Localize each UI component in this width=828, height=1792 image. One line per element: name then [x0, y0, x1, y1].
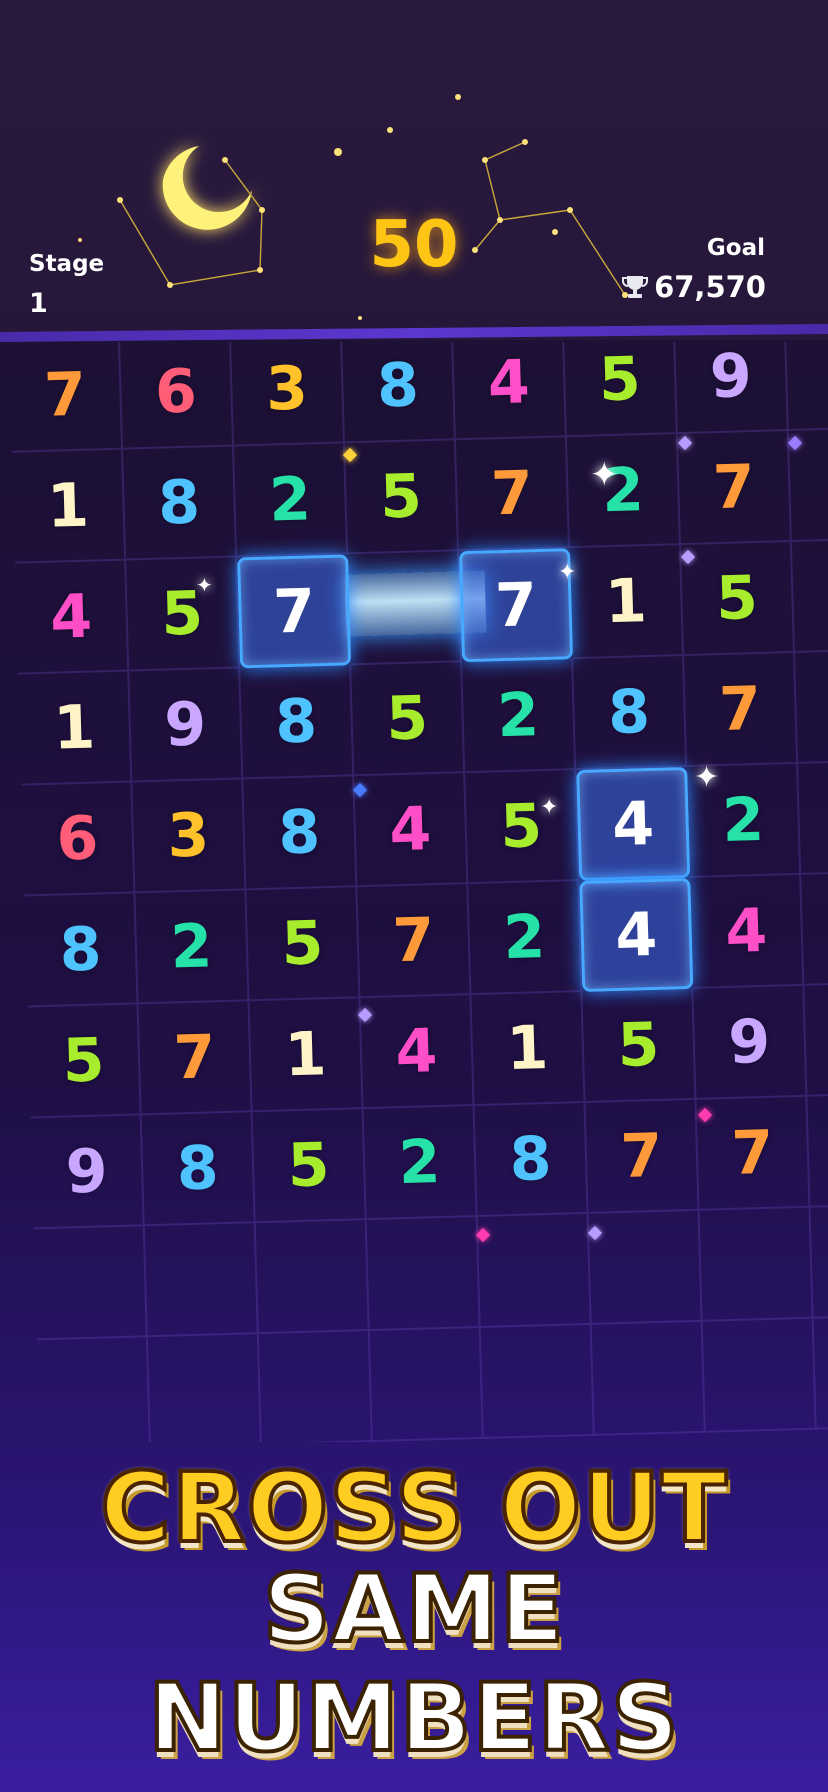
top-hud: Stage 1 50 Goal 67,570 — [0, 0, 828, 340]
empty-cell — [804, 982, 828, 1097]
number-cell[interactable]: 4 — [360, 995, 475, 1110]
number-cell[interactable]: 2 — [468, 881, 583, 996]
selected-number-cell[interactable]: 7 — [459, 548, 574, 663]
empty-cell — [813, 1315, 828, 1430]
number-cell[interactable]: 7 — [455, 437, 570, 552]
empty-cell — [794, 649, 828, 764]
number-cell[interactable]: 5 — [252, 1109, 367, 1224]
number-cell[interactable]: 6 — [21, 782, 136, 897]
number-cell[interactable]: 8 — [141, 1112, 256, 1227]
number-cell[interactable]: 2 — [234, 443, 349, 558]
number-cell[interactable]: 4 — [15, 560, 130, 675]
number-board: 7638459182572745771519852876384542825724… — [0, 342, 828, 1442]
number-cell[interactable]: 5 — [582, 988, 697, 1103]
promo-headline-line2: SAME NUMBERS — [146, 1553, 680, 1775]
empty-cell — [801, 871, 828, 986]
empty-cell — [477, 1213, 592, 1328]
number-cell[interactable]: 8 — [243, 776, 358, 891]
empty-cell — [807, 1093, 828, 1208]
number-cell[interactable]: 5 — [563, 342, 678, 438]
empty-cell — [791, 538, 828, 653]
empty-cell — [702, 1318, 817, 1433]
number-cell[interactable]: 5 — [465, 770, 580, 885]
number-cell[interactable]: 7 — [585, 1099, 700, 1214]
goal-row: 67,570 — [622, 270, 766, 304]
empty-cell — [144, 1223, 259, 1338]
number-cell[interactable]: 5 — [680, 541, 795, 657]
number-cell[interactable]: 6 — [119, 342, 235, 450]
empty-cell — [255, 1220, 370, 1335]
goal-value: 67,570 — [654, 270, 766, 304]
number-cell[interactable]: 1 — [18, 671, 133, 786]
empty-cell — [785, 342, 828, 432]
goal-label: Goal — [706, 235, 765, 261]
number-cell[interactable]: 5 — [246, 887, 361, 1002]
empty-cell — [36, 1337, 151, 1442]
number-cell[interactable]: 5 — [27, 1004, 142, 1119]
number-cell[interactable]: 3 — [230, 342, 345, 447]
number-cell[interactable]: 7 — [684, 652, 799, 767]
board-grid: 7638459182572745771519852876384542825724… — [0, 342, 828, 1442]
number-cell[interactable]: 8 — [240, 665, 355, 780]
number-cell[interactable]: 2 — [135, 890, 250, 1005]
number-cell[interactable]: 7 — [677, 431, 792, 546]
number-cell[interactable]: 8 — [341, 342, 456, 444]
empty-cell — [798, 760, 828, 875]
number-cell[interactable]: 7 — [8, 342, 124, 453]
number-cell[interactable]: 7 — [696, 1096, 811, 1211]
empty-cell — [366, 1217, 481, 1332]
number-cell[interactable]: 4 — [452, 342, 567, 441]
selected-number-cell[interactable]: 7 — [237, 554, 352, 669]
number-cell[interactable]: 3 — [132, 779, 247, 894]
promo-headline-line1: CROSS OUT — [98, 1450, 728, 1566]
number-cell[interactable]: 9 — [129, 668, 244, 783]
number-cell[interactable]: 9 — [30, 1115, 145, 1230]
number-cell[interactable]: 1 — [249, 998, 364, 1113]
number-cell[interactable]: 1 — [471, 991, 586, 1107]
number-cell[interactable]: 1 — [12, 449, 127, 564]
number-cell[interactable]: 4 — [690, 874, 805, 989]
number-cell[interactable]: 8 — [474, 1102, 589, 1218]
sparkle-icon: ✦ — [694, 760, 720, 795]
empty-cell — [810, 1204, 828, 1319]
number-cell[interactable]: 5 — [351, 662, 466, 777]
number-cell[interactable]: 8 — [573, 656, 688, 771]
sparkle-icon: ✦ — [558, 560, 577, 585]
number-cell[interactable]: 5 — [344, 440, 460, 555]
sparkle-icon: ✦ — [540, 795, 559, 820]
empty-cell — [147, 1334, 262, 1442]
number-cell[interactable]: 7 — [357, 884, 472, 999]
number-cell[interactable]: 2 — [462, 659, 577, 774]
empty-cell — [699, 1207, 814, 1322]
number-cell[interactable]: 7 — [138, 1001, 253, 1116]
empty-cell — [588, 1210, 703, 1325]
number-cell[interactable]: 8 — [123, 446, 238, 561]
selected-number-cell[interactable]: 4 — [576, 766, 691, 882]
sparkle-icon: ✦ — [196, 573, 213, 597]
sparkle-icon: ✦ — [590, 455, 619, 495]
empty-cell — [591, 1321, 706, 1436]
number-cell[interactable]: 2 — [566, 434, 681, 549]
number-cell[interactable]: 5 — [126, 557, 241, 672]
trophy-icon — [622, 276, 649, 298]
stage-value: 1 — [29, 288, 48, 319]
number-cell[interactable]: 2 — [363, 1106, 478, 1221]
number-cell[interactable]: 4 — [354, 773, 469, 888]
empty-cell — [258, 1331, 373, 1442]
number-cell[interactable]: 1 — [569, 545, 685, 660]
empty-cell — [33, 1226, 148, 1341]
empty-cell — [369, 1327, 484, 1442]
number-cell[interactable]: 9 — [674, 342, 789, 435]
selected-number-cell[interactable]: 4 — [579, 877, 694, 992]
number-cell[interactable]: 8 — [24, 893, 139, 1008]
empty-cell — [480, 1324, 595, 1439]
number-cell[interactable]: 9 — [693, 985, 808, 1100]
